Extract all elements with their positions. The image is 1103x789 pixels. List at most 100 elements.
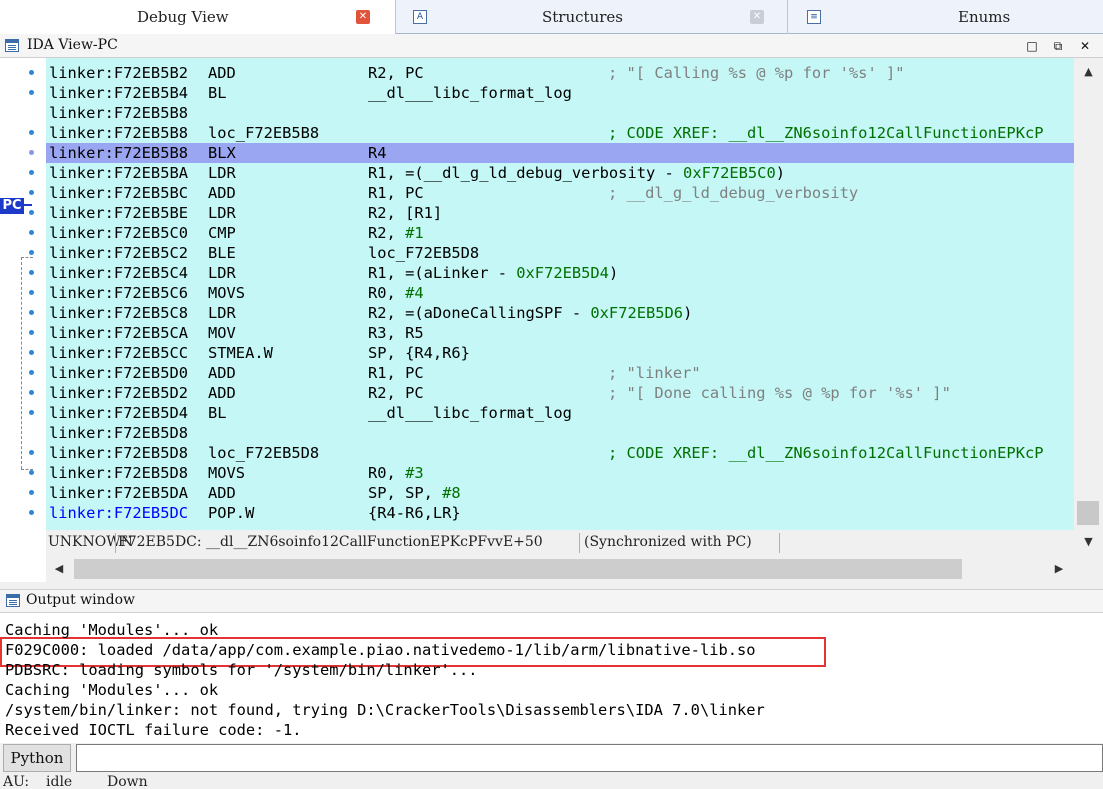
disassembly-listing[interactable]: linker:F72EB5B2 ADD R2, PC ; "[ Calling %s … [46,58,1074,530]
breakpoint-dot[interactable] [29,170,34,175]
operand-text: R1, =(aLinker - [368,264,517,282]
horizontal-scrollbar[interactable]: ◀ ▶ [46,556,1074,582]
line-address: linker:F72EB5C6 [49,284,188,302]
tab-enums[interactable]: ≡ Enums [788,0,1103,34]
code-line[interactable]: linker:F72EB5B2 ADD R2, PC ; "[ Calling %s … [46,63,1074,83]
scroll-thumb[interactable] [1077,501,1099,525]
code-line[interactable]: linker:F72EB5CA MOV R3, R5 [46,323,1074,343]
breakpoint-dot[interactable] [29,350,34,355]
code-line[interactable]: linker:F72EB5B4 BL __dl___libc_format_log [46,83,1074,103]
code-line[interactable]: linker:F72EB5B8 BLX R4 [46,143,1074,163]
float-icon[interactable]: ⧉ [1050,38,1066,54]
code-line[interactable]: linker:F72EB5DC POP.W {R4-R6,LR} [46,503,1074,523]
command-input[interactable] [76,744,1103,772]
code-line[interactable]: linker:F72EB5C8 LDR R2, =(aDoneCallingSPF … [46,303,1074,323]
code-line[interactable]: linker:F72EB5DA ADD SP, SP, #8 [46,483,1074,503]
code-xref-comment: ; CODE XREF: __dl__ZN6soinfo12CallFuncti… [608,124,1044,142]
line-address: linker:F72EB5C8 [49,304,188,322]
operand-text: R2, [368,224,406,242]
code-line[interactable]: linker:F72EB5C2 BLE loc_F72EB5D8 [46,243,1074,263]
line-mnemonic: ADD [208,184,236,202]
line-mnemonic: ADD [208,384,236,402]
line-operands[interactable]: R2, =(aDoneCallingSPF - 0xF72EB5D6) [368,303,692,323]
breakpoint-dot[interactable] [29,310,34,315]
breakpoint-dot[interactable] [29,510,34,515]
code-line[interactable]: linker:F72EB5C4 LDR R1, =(aLinker - 0xF72E… [46,263,1074,283]
code-line[interactable]: linker:F72EB5D8 [46,423,1074,443]
breakpoint-dot[interactable] [29,470,34,475]
breakpoint-dot[interactable] [29,250,34,255]
line-operands[interactable]: R0, #3 [368,463,424,483]
line-mnemonic: STMEA.W [208,344,273,362]
code-line[interactable]: linker:F72EB5B8 loc_F72EB5B8 ; CODE XREF: … [46,123,1074,143]
line-operands[interactable]: R1, PC [368,363,424,383]
code-line[interactable]: linker:F72EB5D8 loc_F72EB5D8 ; CODE XREF: … [46,443,1074,463]
scroll-up-icon[interactable]: ▲ [1074,62,1103,82]
line-operands[interactable]: loc_F72EB5D8 [368,243,479,263]
code-line[interactable]: linker:F72EB5C6 MOVS R0, #4 [46,283,1074,303]
line-mnemonic: ADD [208,364,236,382]
breakpoint-dot[interactable] [29,290,34,295]
vertical-scrollbar[interactable]: ▲ ▼ [1074,58,1103,556]
python-button[interactable]: Python [3,744,71,772]
breakpoint-dot[interactable] [29,370,34,375]
line-operands[interactable]: R2, [R1] [368,203,442,223]
breakpoint-dot[interactable] [29,270,34,275]
line-operands[interactable]: __dl___libc_format_log [368,83,572,103]
breakpoint-dot[interactable] [29,490,34,495]
line-operands[interactable]: R4 [368,143,387,163]
location-label: F72EB5DC: __dl__ZN6soinfo12CallFunctionE… [118,534,543,550]
breakpoint-dot[interactable] [29,330,34,335]
close-icon[interactable]: ✕ [1077,38,1093,54]
operand-number: #4 [405,284,424,302]
close-icon[interactable]: ✕ [750,10,764,24]
window-icon [6,594,20,607]
code-line[interactable]: linker:F72EB5CC STMEA.W SP, {R4,R6} [46,343,1074,363]
code-line[interactable]: linker:F72EB5D0 ADD R1, PC ; "linker" [46,363,1074,383]
tab-structures[interactable]: A Structures ✕ [396,0,788,34]
breakpoint-dot[interactable] [29,90,34,95]
code-line[interactable]: linker:F72EB5BC ADD R1, PC ; __dl_g_ld_debu… [46,183,1074,203]
breakpoint-dot[interactable] [29,410,34,415]
line-operands[interactable]: R1, =(__dl_g_ld_debug_verbosity - 0xF72E… [368,163,785,183]
line-operands[interactable]: __dl___libc_format_log [368,403,572,423]
breakpoint-dot[interactable] [29,150,34,155]
code-line[interactable]: linker:F72EB5D8 MOVS R0, #3 [46,463,1074,483]
line-mnemonic: CMP [208,224,236,242]
code-line[interactable]: linker:F72EB5BA LDR R1, =(__dl_g_ld_debug_… [46,163,1074,183]
breakpoint-dot[interactable] [29,210,34,215]
breakpoint-dot[interactable] [29,70,34,75]
breakpoint-dot[interactable] [29,190,34,195]
breakpoint-dot[interactable] [29,230,34,235]
line-label[interactable]: loc_F72EB5D8 [208,443,319,463]
line-operands[interactable]: R2, PC [368,63,424,83]
code-line[interactable]: linker:F72EB5B8 [46,103,1074,123]
scroll-left-icon[interactable]: ◀ [46,559,72,579]
breakpoint-dot[interactable] [29,450,34,455]
line-operands[interactable]: R0, #4 [368,283,424,303]
line-operands[interactable]: R3, R5 [368,323,424,343]
line-operands[interactable]: SP, SP, #8 [368,483,461,503]
line-operands[interactable]: R2, #1 [368,223,424,243]
restore-icon[interactable]: □ [1024,38,1040,54]
code-line[interactable]: linker:F72EB5D2 ADD R2, PC ; "[ Done callin… [46,383,1074,403]
status-bar: AU: idle Down [0,773,1103,789]
code-line[interactable]: linker:F72EB5C0 CMP R2, #1 [46,223,1074,243]
line-operands[interactable]: R1, PC [368,183,424,203]
line-operands[interactable]: SP, {R4,R6} [368,343,470,363]
output-log[interactable]: Caching 'Modules'... ok F029C000: loaded … [0,613,1103,743]
breakpoint-dot[interactable] [29,130,34,135]
line-operands[interactable]: R2, PC [368,383,424,403]
code-line[interactable]: linker:F72EB5D4 BL __dl___libc_format_log [46,403,1074,423]
scroll-right-icon[interactable]: ▶ [1046,559,1072,579]
tab-debug-view[interactable]: Debug View ✕ [0,0,396,34]
code-line[interactable]: linker:F72EB5BE LDR R2, [R1] [46,203,1074,223]
line-operands[interactable]: R1, =(aLinker - 0xF72EB5D4) [368,263,618,283]
arrows-gutter: PC [0,58,46,582]
line-label[interactable]: loc_F72EB5B8 [208,123,319,143]
breakpoint-dot[interactable] [29,390,34,395]
line-operands[interactable]: {R4-R6,LR} [368,503,461,523]
scroll-down-icon[interactable]: ▼ [1074,532,1103,552]
close-icon[interactable]: ✕ [356,10,370,24]
scroll-thumb[interactable] [74,559,962,579]
